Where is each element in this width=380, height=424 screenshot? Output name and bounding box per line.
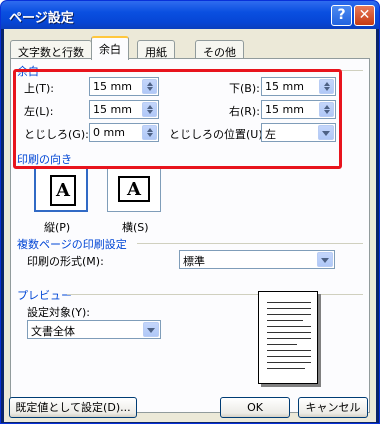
- preview-text-line: [267, 320, 303, 321]
- chevron-down-icon[interactable]: [317, 252, 333, 267]
- multipage-group-divider: [137, 243, 363, 244]
- right-margin-label: 右(R):: [229, 105, 260, 118]
- right-margin-input[interactable]: 15 mm: [261, 100, 336, 119]
- dialog-body: 文字数と行数 余白 用紙 その他 余白 上(T): 15 mm 下(B): 15…: [4, 29, 376, 422]
- tab-paper[interactable]: 用紙: [137, 40, 175, 59]
- gutter-position-select[interactable]: 左: [261, 123, 336, 142]
- bottom-margin-label: 下(B):: [229, 82, 260, 95]
- landscape-page-icon: A: [118, 176, 150, 202]
- bottom-margin-input[interactable]: 15 mm: [261, 77, 336, 96]
- ok-button[interactable]: OK: [220, 397, 290, 418]
- preview-text-line: [267, 338, 311, 339]
- window-title: ページ設定: [9, 11, 74, 26]
- title-bar: ページ設定 ? ✕: [1, 1, 379, 29]
- orientation-group-label: 印刷の向き: [17, 153, 72, 166]
- gutter-position-label: とじしろの位置(U):: [169, 128, 267, 141]
- top-margin-label: 上(T):: [24, 82, 55, 95]
- preview-text-line: [267, 350, 311, 351]
- preview-text-line: [267, 368, 305, 369]
- close-button[interactable]: ✕: [354, 5, 375, 26]
- left-margin-input[interactable]: 15 mm: [89, 100, 159, 119]
- left-margin-spin-arrows[interactable]: [142, 102, 157, 117]
- preview-text-line: [267, 314, 311, 315]
- left-margin-label: 左(L):: [24, 105, 54, 118]
- multipage-group-label: 複数ページの印刷設定: [17, 238, 127, 251]
- preview-page: [258, 291, 318, 384]
- portrait-page-icon: A: [50, 175, 76, 206]
- print-format-label: 印刷の形式(M):: [27, 255, 104, 268]
- landscape-label[interactable]: 横(S): [122, 219, 149, 235]
- bottom-margin-spin-arrows[interactable]: [319, 79, 334, 94]
- top-margin-input[interactable]: 15 mm: [89, 77, 159, 96]
- tab-margins[interactable]: 余白: [91, 36, 129, 60]
- preview-group-label: プレビュー: [17, 289, 72, 302]
- right-margin-spin-arrows[interactable]: [319, 102, 334, 117]
- chevron-down-icon[interactable]: [318, 125, 334, 140]
- margins-group-label: 余白: [17, 65, 39, 78]
- landscape-option[interactable]: A: [107, 166, 161, 212]
- print-format-select[interactable]: 標準: [179, 250, 335, 269]
- help-button[interactable]: ?: [331, 5, 352, 26]
- preview-text-line: [267, 344, 297, 345]
- gutter-label: とじしろ(G):: [24, 128, 89, 141]
- gutter-spin-arrows[interactable]: [142, 125, 157, 140]
- tab-other[interactable]: その他: [195, 40, 244, 59]
- page-setup-dialog: ページ設定 ? ✕ 文字数と行数 余白 用紙 その他 余白 上(T): 15 m…: [0, 0, 380, 424]
- apply-to-label: 設定対象(Y):: [27, 306, 91, 319]
- preview-text-line: [267, 362, 311, 363]
- margins-group-divider: [41, 70, 363, 71]
- portrait-option[interactable]: A: [34, 166, 88, 212]
- margins-panel: 余白 上(T): 15 mm 下(B): 15 mm 左(L): 15 mm 右…: [10, 58, 370, 413]
- apply-to-select[interactable]: 文書全体: [27, 320, 161, 339]
- preview-text-line: [267, 308, 311, 309]
- preview-text-line: [267, 302, 311, 303]
- gutter-input[interactable]: 0 mm: [89, 123, 159, 142]
- preview-text-line: [267, 326, 311, 327]
- preview-group-divider: [67, 294, 363, 295]
- top-margin-spin-arrows[interactable]: [142, 79, 157, 94]
- preview-text-line: [267, 356, 311, 357]
- set-as-default-button[interactable]: 既定値として設定(D)...: [9, 397, 137, 418]
- tab-chars-lines[interactable]: 文字数と行数: [10, 40, 92, 59]
- chevron-down-icon[interactable]: [143, 322, 159, 337]
- portrait-label[interactable]: 縦(P): [44, 219, 70, 235]
- cancel-button[interactable]: キャンセル: [298, 397, 368, 418]
- preview-text-line: [267, 332, 311, 333]
